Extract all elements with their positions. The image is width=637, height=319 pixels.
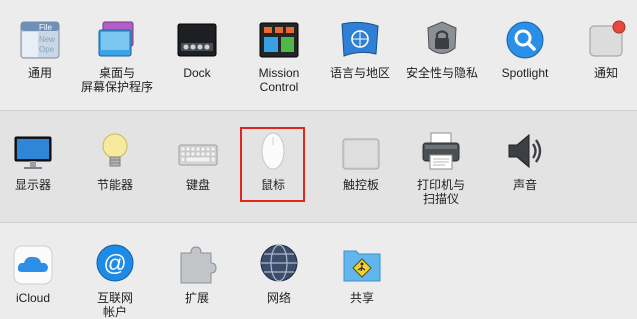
general-icon: File New Ope bbox=[20, 21, 60, 59]
preferences-row-hardware: 显示器 节能器 键盘 鼠标 触控板 打印机与 扫描仪 声音 bbox=[0, 111, 637, 223]
pref-printers-scanners[interactable]: 打印机与 扫描仪 bbox=[401, 111, 481, 222]
dock-icon bbox=[177, 23, 217, 57]
pref-notifications[interactable]: 通知 bbox=[566, 0, 637, 110]
trackpad-icon bbox=[342, 138, 380, 170]
preferences-row-internet: iCloud @ 互联网 帐户 扩展 网络 共享 bbox=[0, 223, 637, 319]
desktop-screensaver-icon bbox=[98, 21, 134, 57]
svg-text:@: @ bbox=[103, 250, 126, 276]
pref-security-privacy[interactable]: 安全性与隐私 bbox=[402, 0, 482, 110]
pref-label: Mission Control bbox=[258, 66, 300, 94]
sound-icon bbox=[508, 133, 542, 169]
pref-label: 语言与地区 bbox=[329, 66, 390, 80]
pref-language-region[interactable]: 语言与地区 bbox=[320, 0, 400, 110]
pref-mission-control[interactable]: Mission Control bbox=[239, 0, 319, 110]
notifications-icon bbox=[589, 20, 626, 57]
language-region-icon bbox=[341, 21, 379, 57]
keyboard-icon bbox=[178, 144, 218, 166]
pref-general[interactable]: File New Ope 通用 bbox=[0, 0, 80, 110]
energy-saver-icon bbox=[102, 133, 128, 167]
preferences-row-personal: File New Ope 通用 桌面与 屏幕保护程序 Dock Mission … bbox=[0, 0, 637, 111]
pref-label: 网络 bbox=[266, 291, 291, 305]
svg-text:Ope: Ope bbox=[39, 45, 55, 54]
pref-label: 触控板 bbox=[342, 178, 379, 192]
security-privacy-icon bbox=[427, 21, 457, 54]
pref-sound[interactable]: 声音 bbox=[485, 111, 565, 222]
pref-label: 通知 bbox=[593, 66, 618, 80]
pref-label: 显示器 bbox=[14, 178, 51, 192]
printers-scanners-icon bbox=[422, 132, 460, 170]
mouse-highlight-box bbox=[240, 127, 305, 202]
pref-energy-saver[interactable]: 节能器 bbox=[75, 111, 155, 222]
pref-network[interactable]: 网络 bbox=[239, 223, 319, 310]
svg-text:New: New bbox=[39, 35, 55, 44]
pref-label: 安全性与隐私 bbox=[405, 66, 478, 80]
pref-label: 通用 bbox=[27, 66, 52, 80]
pref-sharing[interactable]: 共享 bbox=[322, 223, 402, 310]
pref-trackpad[interactable]: 触控板 bbox=[321, 111, 401, 222]
pref-dock[interactable]: Dock bbox=[157, 0, 237, 110]
pref-label: 键盘 bbox=[185, 178, 210, 192]
internet-accounts-icon: @ bbox=[96, 244, 134, 282]
displays-icon bbox=[14, 136, 52, 169]
sharing-icon bbox=[343, 250, 381, 282]
pref-extensions[interactable]: 扩展 bbox=[157, 223, 237, 310]
pref-label: 节能器 bbox=[96, 178, 133, 192]
pref-label: 打印机与 扫描仪 bbox=[416, 178, 465, 206]
svg-text:File: File bbox=[39, 23, 52, 32]
network-icon bbox=[260, 244, 298, 282]
pref-icloud[interactable]: iCloud bbox=[0, 223, 73, 310]
pref-label: 共享 bbox=[349, 291, 374, 305]
pref-displays[interactable]: 显示器 bbox=[0, 111, 73, 222]
extensions-icon bbox=[180, 246, 217, 284]
pref-label: 桌面与 屏幕保护程序 bbox=[80, 66, 153, 94]
pref-label: Dock bbox=[183, 66, 211, 80]
spotlight-icon bbox=[506, 21, 544, 59]
pref-label: 扩展 bbox=[184, 291, 209, 305]
pref-spotlight[interactable]: Spotlight bbox=[485, 0, 565, 110]
pref-label: Spotlight bbox=[501, 66, 549, 80]
pref-keyboard[interactable]: 键盘 bbox=[158, 111, 238, 222]
icloud-icon bbox=[13, 245, 53, 285]
pref-label: 互联网 帐户 bbox=[96, 291, 133, 319]
pref-desktop-screensaver[interactable]: 桌面与 屏幕保护程序 bbox=[77, 0, 157, 110]
pref-label: iCloud bbox=[15, 291, 51, 305]
pref-internet-accounts[interactable]: @ 互联网 帐户 bbox=[75, 223, 155, 319]
mission-control-icon bbox=[259, 22, 299, 58]
pref-label: 声音 bbox=[512, 178, 537, 192]
